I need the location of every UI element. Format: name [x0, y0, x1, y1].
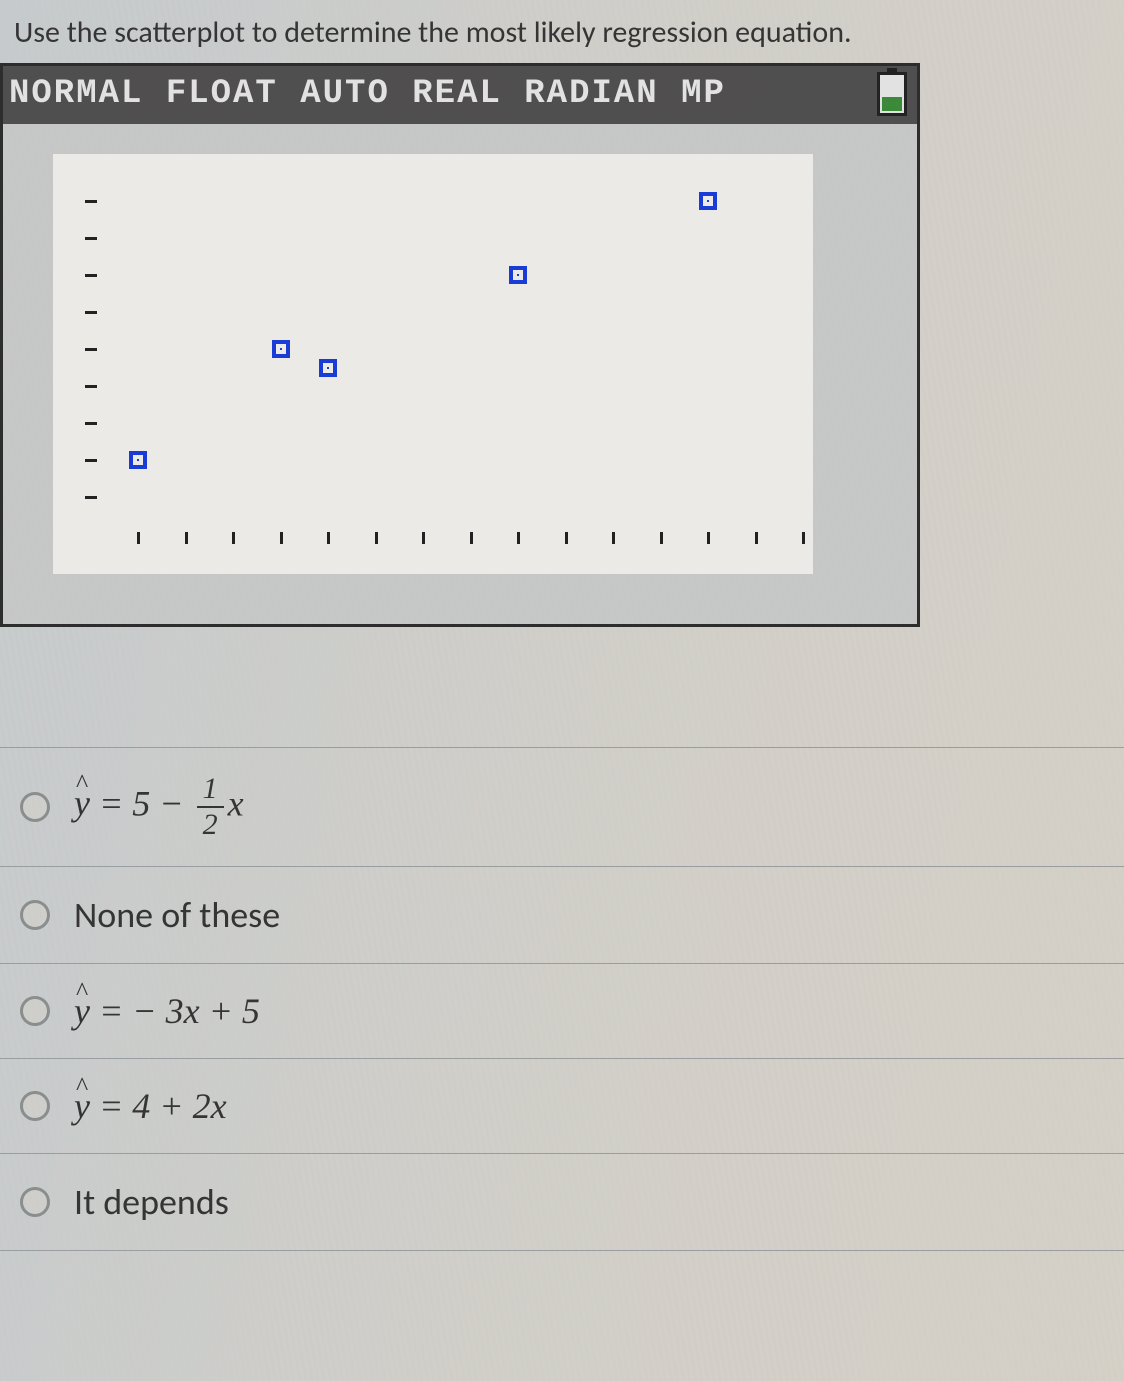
calculator-header: NORMAL FLOAT AUTO REAL RADIAN MP [3, 66, 917, 124]
plot-container [3, 124, 917, 624]
y-tick [85, 237, 97, 240]
calculator-screenshot: NORMAL FLOAT AUTO REAL RADIAN MP [0, 63, 920, 627]
y-tick [85, 200, 97, 203]
x-tick [137, 532, 140, 544]
data-point [509, 266, 527, 284]
option-3-label: y = − 3x + 5 [74, 990, 260, 1032]
radio-icon [20, 1187, 50, 1217]
x-tick [375, 532, 378, 544]
option-5[interactable]: It depends [0, 1153, 1124, 1251]
radio-icon [20, 900, 50, 930]
option-2-label: None of these [74, 893, 280, 937]
x-tick [422, 532, 425, 544]
option-3[interactable]: y = − 3x + 5 [0, 963, 1124, 1058]
x-tick [612, 532, 615, 544]
radio-icon [20, 1091, 50, 1121]
x-tick [755, 532, 758, 544]
data-point [699, 192, 717, 210]
option-4[interactable]: y = 4 + 2x [0, 1058, 1124, 1153]
x-tick [517, 532, 520, 544]
y-tick [85, 274, 97, 277]
x-tick [470, 532, 473, 544]
option-5-label: It depends [74, 1180, 229, 1224]
calculator-mode-text: NORMAL FLOAT AUTO REAL RADIAN MP [9, 75, 726, 113]
option-2[interactable]: None of these [0, 866, 1124, 963]
y-tick [85, 385, 97, 388]
y-tick [85, 459, 97, 462]
data-point [272, 340, 290, 358]
y-tick [85, 496, 97, 499]
y-tick [85, 311, 97, 314]
question-text: Use the scatterplot to determine the mos… [0, 0, 1124, 63]
data-point [129, 451, 147, 469]
y-tick [85, 422, 97, 425]
x-tick [565, 532, 568, 544]
x-tick [707, 532, 710, 544]
option-4-label: y = 4 + 2x [74, 1085, 227, 1127]
x-tick [232, 532, 235, 544]
option-1-label: y = 5 − 12x [74, 774, 244, 840]
x-tick [327, 532, 330, 544]
answer-options: y = 5 − 12x None of these y = − 3x + 5 y… [0, 747, 1124, 1251]
radio-icon [20, 792, 50, 822]
x-tick [802, 532, 805, 544]
radio-icon [20, 996, 50, 1026]
x-tick [280, 532, 283, 544]
x-tick [185, 532, 188, 544]
battery-icon [877, 72, 907, 116]
y-tick [85, 348, 97, 351]
data-point [319, 359, 337, 377]
scatterplot [53, 154, 813, 574]
x-tick [660, 532, 663, 544]
option-1[interactable]: y = 5 − 12x [0, 747, 1124, 866]
